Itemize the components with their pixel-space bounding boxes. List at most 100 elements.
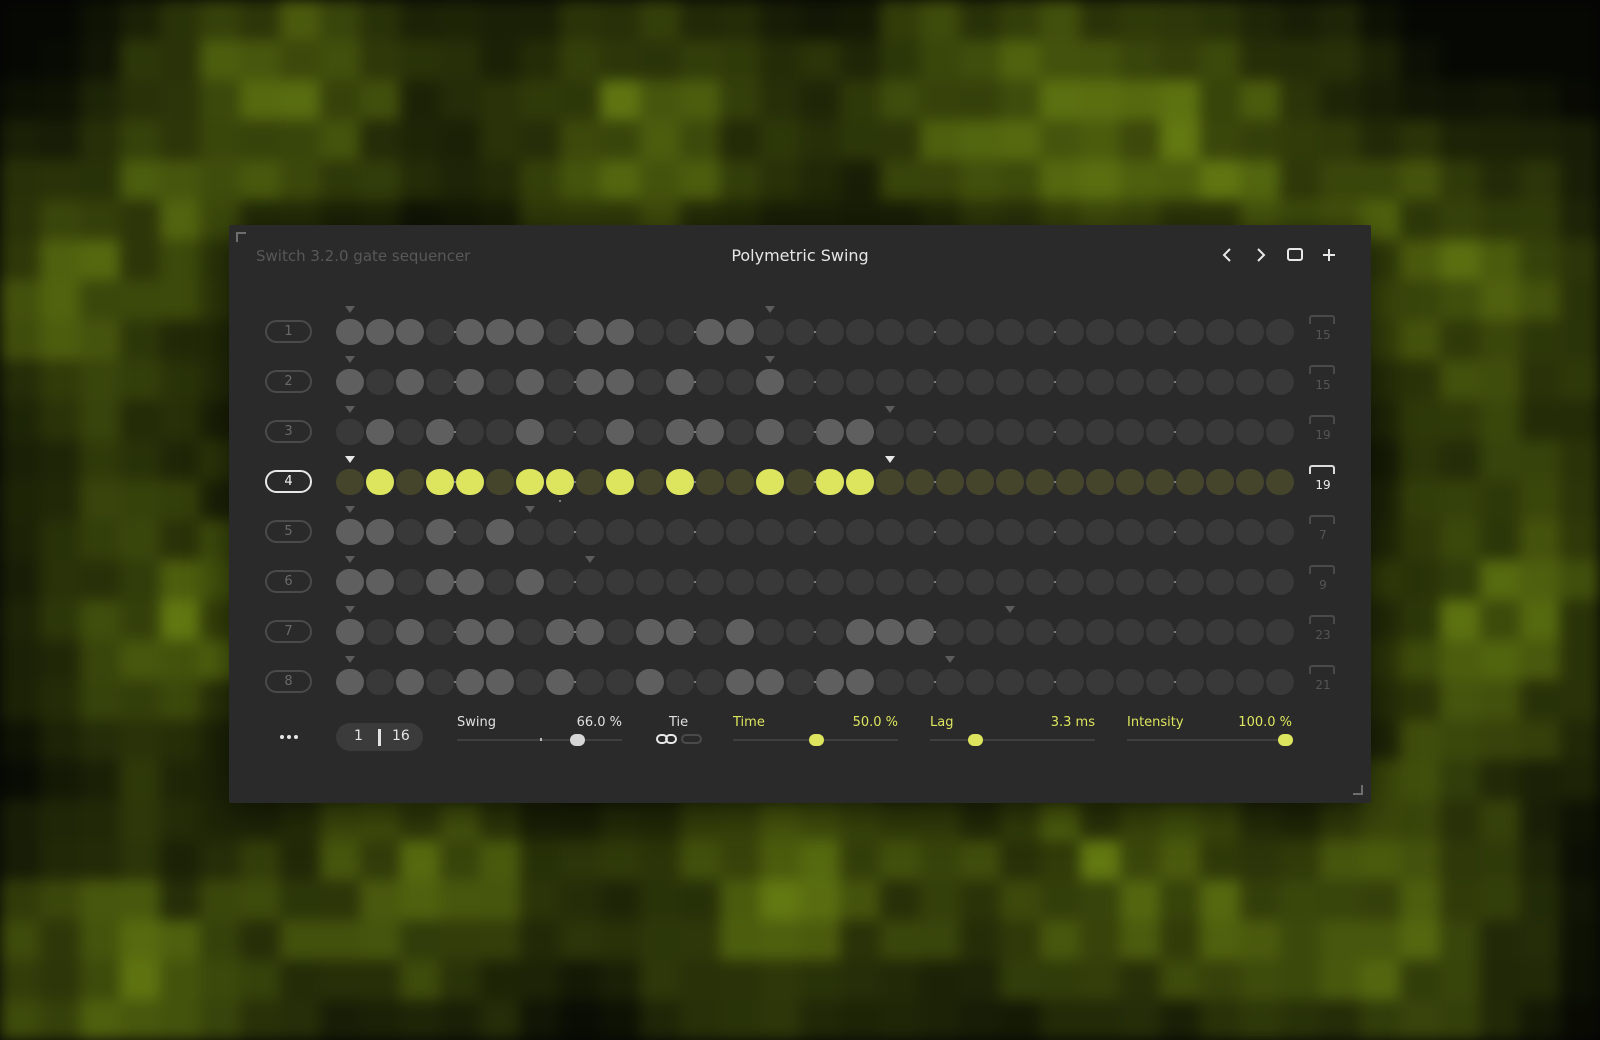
- step-cell[interactable]: [1176, 669, 1204, 695]
- step-cell[interactable]: [696, 569, 724, 595]
- step-cell[interactable]: [1236, 569, 1264, 595]
- step-cell[interactable]: [726, 619, 754, 645]
- step-cell[interactable]: [1056, 569, 1084, 595]
- track-number-button[interactable]: 7: [265, 620, 312, 643]
- step-cell[interactable]: [1146, 569, 1174, 595]
- step-cell[interactable]: [666, 419, 694, 445]
- step-cell[interactable]: [456, 569, 484, 595]
- step-cell[interactable]: [576, 369, 604, 395]
- step-cell[interactable]: [336, 669, 364, 695]
- step-cell[interactable]: [1206, 319, 1234, 345]
- step-cell[interactable]: [486, 319, 514, 345]
- step-cell[interactable]: [426, 369, 454, 395]
- step-cell[interactable]: [906, 319, 934, 345]
- step-cell[interactable]: [726, 369, 754, 395]
- step-cell[interactable]: [1116, 669, 1144, 695]
- step-cell[interactable]: [996, 619, 1024, 645]
- step-cell[interactable]: [336, 319, 364, 345]
- step-cell[interactable]: [696, 669, 724, 695]
- step-cell[interactable]: [906, 669, 934, 695]
- step-cell[interactable]: [906, 519, 934, 545]
- step-cell[interactable]: [906, 469, 934, 495]
- step-cell[interactable]: [1116, 569, 1144, 595]
- step-cell[interactable]: [1116, 419, 1144, 445]
- step-cell[interactable]: [666, 569, 694, 595]
- step-cell[interactable]: [696, 619, 724, 645]
- step-cell[interactable]: [426, 319, 454, 345]
- next-preset-button[interactable]: [1251, 244, 1271, 266]
- step-cell[interactable]: [666, 519, 694, 545]
- step-cell[interactable]: [666, 619, 694, 645]
- step-cell[interactable]: [966, 419, 994, 445]
- track-number-button[interactable]: 5: [265, 520, 312, 543]
- step-cell[interactable]: [1116, 469, 1144, 495]
- step-cell[interactable]: [1116, 369, 1144, 395]
- step-cell[interactable]: [636, 319, 664, 345]
- step-cell[interactable]: [1266, 569, 1294, 595]
- track-length-control[interactable]: 19: [1309, 465, 1337, 497]
- time-slider[interactable]: Time 50.0 %: [733, 715, 898, 755]
- step-cell[interactable]: [546, 469, 574, 495]
- step-cell[interactable]: [606, 519, 634, 545]
- step-cell[interactable]: [1206, 419, 1234, 445]
- step-cell[interactable]: [756, 569, 784, 595]
- step-cell[interactable]: [696, 469, 724, 495]
- step-cell[interactable]: [1146, 369, 1174, 395]
- step-cell[interactable]: [786, 569, 814, 595]
- step-cell[interactable]: [726, 569, 754, 595]
- add-button[interactable]: [1319, 244, 1339, 266]
- step-cell[interactable]: [966, 469, 994, 495]
- track-length-control[interactable]: 19: [1309, 415, 1337, 447]
- step-cell[interactable]: [456, 369, 484, 395]
- step-cell[interactable]: [756, 669, 784, 695]
- step-cell[interactable]: [1236, 319, 1264, 345]
- step-cell[interactable]: [336, 419, 364, 445]
- loop-marker[interactable]: [345, 306, 355, 313]
- step-cell[interactable]: [486, 619, 514, 645]
- step-cell[interactable]: [396, 669, 424, 695]
- step-cell[interactable]: [1206, 369, 1234, 395]
- step-cell[interactable]: [1116, 519, 1144, 545]
- step-cell[interactable]: [906, 619, 934, 645]
- step-cell[interactable]: [1026, 569, 1054, 595]
- step-cell[interactable]: [546, 619, 574, 645]
- step-cell[interactable]: [846, 519, 874, 545]
- step-cell[interactable]: [1086, 319, 1114, 345]
- step-cell[interactable]: [636, 519, 664, 545]
- step-cell[interactable]: [816, 419, 844, 445]
- step-cell[interactable]: [366, 619, 394, 645]
- step-cell[interactable]: [336, 569, 364, 595]
- step-cell[interactable]: [996, 469, 1024, 495]
- step-cell[interactable]: [606, 419, 634, 445]
- step-cell[interactable]: [996, 519, 1024, 545]
- step-cell[interactable]: [396, 569, 424, 595]
- loop-marker[interactable]: [345, 556, 355, 563]
- step-cell[interactable]: [1176, 569, 1204, 595]
- loop-marker[interactable]: [585, 556, 595, 563]
- step-cell[interactable]: [786, 619, 814, 645]
- step-cell[interactable]: [936, 469, 964, 495]
- step-cell[interactable]: [846, 619, 874, 645]
- step-cell[interactable]: [1236, 669, 1264, 695]
- step-cell[interactable]: [906, 369, 934, 395]
- step-cell[interactable]: [1176, 369, 1204, 395]
- step-cell[interactable]: [726, 669, 754, 695]
- step-cell[interactable]: [1206, 569, 1234, 595]
- step-cell[interactable]: [1266, 419, 1294, 445]
- step-cell[interactable]: [336, 619, 364, 645]
- loop-marker[interactable]: [765, 356, 775, 363]
- step-cell[interactable]: [906, 419, 934, 445]
- step-cell[interactable]: [816, 669, 844, 695]
- step-cell[interactable]: [1266, 469, 1294, 495]
- track-length-control[interactable]: 23: [1309, 615, 1337, 647]
- step-cell[interactable]: [396, 519, 424, 545]
- step-cell[interactable]: [1026, 419, 1054, 445]
- step-cell[interactable]: [1176, 469, 1204, 495]
- time-knob[interactable]: [808, 734, 824, 746]
- step-cell[interactable]: [876, 519, 904, 545]
- step-cell[interactable]: [426, 619, 454, 645]
- step-cell[interactable]: [366, 319, 394, 345]
- step-cell[interactable]: [1176, 319, 1204, 345]
- step-cell[interactable]: [1176, 419, 1204, 445]
- step-cell[interactable]: [816, 519, 844, 545]
